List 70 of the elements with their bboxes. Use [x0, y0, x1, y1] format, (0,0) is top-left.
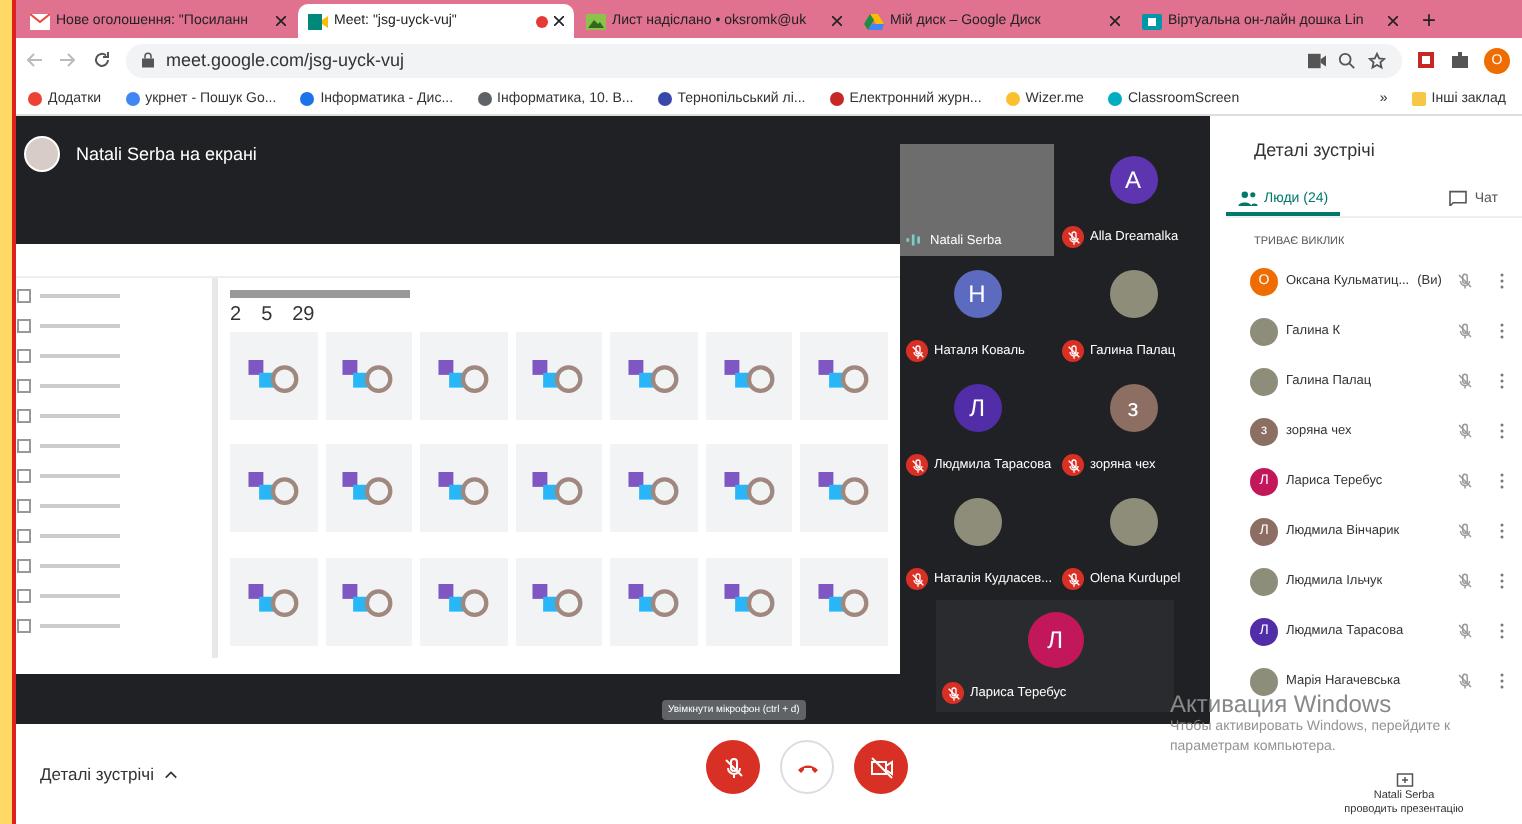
address-bar[interactable]: meet.google.com/jsg-uyck-vuj	[126, 43, 1402, 77]
avatar	[24, 136, 60, 172]
mic-off-icon	[909, 457, 925, 473]
more-icon[interactable]	[1498, 672, 1506, 690]
mic-off-icon	[1456, 572, 1474, 590]
panel-title: Деталі зустрічі	[1252, 138, 1377, 164]
reload-icon[interactable]	[92, 50, 112, 70]
mic-off-icon	[1456, 422, 1474, 440]
triangle-icon	[864, 13, 884, 29]
avatar	[1250, 567, 1278, 595]
video-camera-icon[interactable]	[1308, 51, 1326, 69]
star-icon[interactable]	[1368, 51, 1386, 69]
mic-off-icon	[1456, 272, 1474, 290]
stat-number: 5	[261, 304, 273, 326]
more-icon[interactable]	[1498, 572, 1506, 590]
mic-off-icon	[721, 755, 745, 779]
more-icon[interactable]	[1498, 272, 1506, 290]
mic-off-icon	[1065, 457, 1081, 473]
mail-icon	[30, 13, 50, 29]
board-icon	[1142, 13, 1162, 29]
more-icon[interactable]	[1498, 522, 1506, 540]
mic-off-icon	[1065, 229, 1081, 245]
extension-icon[interactable]	[1416, 50, 1436, 70]
url-text: meet.google.com/jsg-uyck-vuj	[166, 50, 407, 70]
presenter-label: Natali Serba на екрані	[76, 144, 257, 164]
lock-icon	[142, 52, 154, 68]
mic-off-icon	[1065, 343, 1081, 359]
people-icon	[1238, 190, 1258, 206]
mic-off-icon	[909, 343, 925, 359]
avatar	[953, 498, 1001, 546]
mic-off-icon	[945, 685, 961, 701]
mic-off-icon	[1456, 472, 1474, 490]
caret-icon	[163, 769, 178, 779]
stat-number: 29	[292, 304, 315, 326]
microphone-button[interactable]	[706, 740, 760, 794]
avatar: A	[1109, 156, 1157, 204]
avatar	[1250, 667, 1278, 695]
mic-off-icon	[1456, 522, 1474, 540]
stat-number: 2	[230, 304, 242, 326]
chat-icon	[1448, 190, 1469, 206]
mic-off-icon	[1065, 571, 1081, 587]
more-icon[interactable]	[1498, 622, 1506, 640]
puzzle-icon[interactable]	[1450, 50, 1470, 70]
avatar	[1109, 498, 1157, 546]
avatar	[1250, 367, 1278, 395]
present-icon	[1395, 772, 1413, 788]
camera-off-icon	[869, 755, 893, 779]
camera-button[interactable]	[854, 740, 908, 794]
more-icon[interactable]	[1498, 422, 1506, 440]
more-icon[interactable]	[1498, 322, 1506, 340]
mic-off-icon	[1456, 372, 1474, 390]
avatar: Н	[953, 270, 1001, 318]
meeting-details-button[interactable]: Деталі зустрічі	[28, 762, 190, 786]
mic-off-icon	[1456, 622, 1474, 640]
avatar: з	[1109, 384, 1157, 432]
close-icon[interactable]	[554, 16, 564, 26]
image-icon	[586, 13, 606, 29]
new-tab-button[interactable]: +	[1410, 4, 1449, 38]
avatar	[1109, 270, 1157, 318]
zoom-icon[interactable]	[1338, 51, 1356, 69]
video-camera-icon	[308, 13, 328, 29]
mic-off-icon	[909, 571, 925, 587]
avatar: Л	[1027, 612, 1083, 668]
folder-icon	[1411, 91, 1426, 105]
mic-off-icon	[1456, 322, 1474, 340]
more-icon[interactable]	[1498, 472, 1506, 490]
avatar	[1250, 317, 1278, 345]
avatar: Л	[953, 384, 1001, 432]
more-icon[interactable]	[1498, 372, 1506, 390]
mic-off-icon	[1456, 672, 1474, 690]
